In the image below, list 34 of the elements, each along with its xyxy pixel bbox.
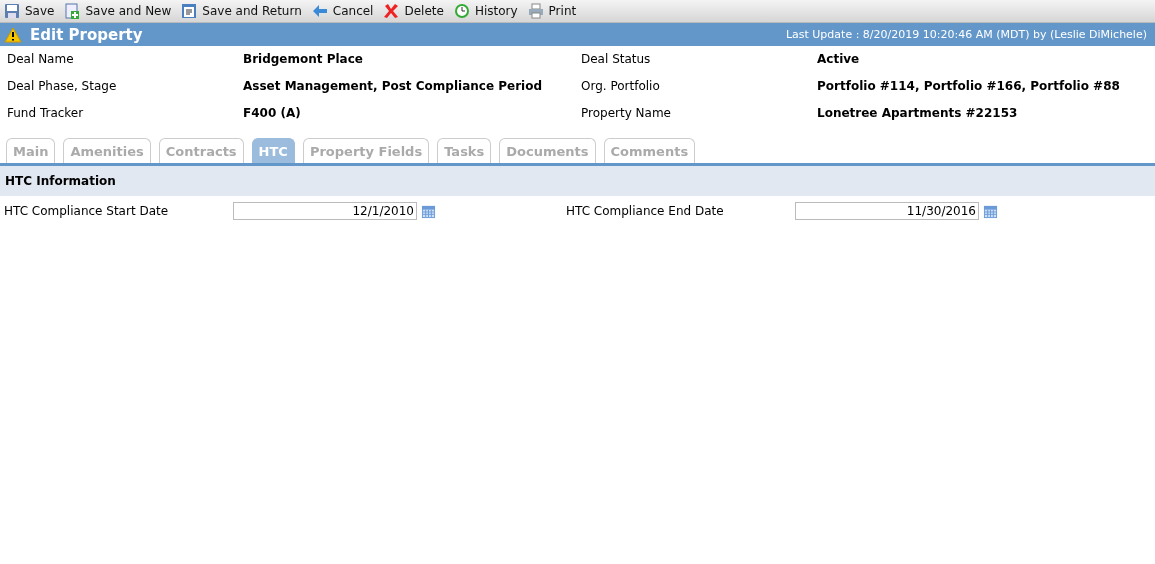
calendar-icon[interactable] [982, 203, 999, 219]
toolbar-button[interactable]: Save and New [64, 3, 172, 19]
field-value: Asset Management, Post Compliance Period [243, 78, 544, 95]
x-icon [383, 3, 400, 19]
field-label: Deal Phase, Stage [7, 78, 118, 95]
toolbar-button[interactable]: Delete [383, 3, 444, 19]
field-label: HTC Compliance Start Date [4, 204, 170, 218]
section-title: HTC Information [5, 174, 116, 188]
toolbar-button[interactable]: History [453, 3, 518, 19]
toolbar-button[interactable]: Print [527, 3, 577, 19]
document-plus-icon [64, 3, 81, 19]
field-label: Deal Name [7, 51, 75, 68]
field-value: F400 (A) [243, 105, 302, 122]
field-value: Active [817, 51, 861, 68]
field-label: HTC Compliance End Date [566, 204, 725, 218]
left-arrow-icon [311, 3, 328, 19]
printer-icon [527, 3, 544, 19]
last-update-text: Last Update : 8/20/2019 10:20:46 AM (MDT) by (Leslie DiMichele) [785, 28, 1147, 41]
field-value: Portfolio #114, Portfolio #166, Portfolio #88 [817, 78, 1121, 95]
toolbar-button[interactable]: Save [4, 3, 55, 19]
field-label: Property Name [581, 105, 672, 122]
calendar-icon[interactable] [420, 203, 437, 219]
warning-icon [4, 26, 22, 43]
toolbar-button[interactable]: Cancel [311, 3, 374, 19]
field-value: Lonetree Apartments #22153 [817, 105, 1019, 122]
date-field[interactable]: 11/30/2016 [795, 202, 979, 220]
clock-icon [453, 3, 470, 19]
toolbar-button[interactable]: Save and Return [181, 3, 302, 19]
field-value: Bridgemont Place [243, 51, 364, 68]
field-label: Fund Tracker [7, 105, 85, 122]
page-title: Edit Property [30, 25, 143, 44]
field-label: Deal Status [581, 51, 652, 68]
date-field[interactable]: 12/1/2010 [233, 202, 417, 220]
field-label: Org. Portfolio [581, 78, 661, 95]
